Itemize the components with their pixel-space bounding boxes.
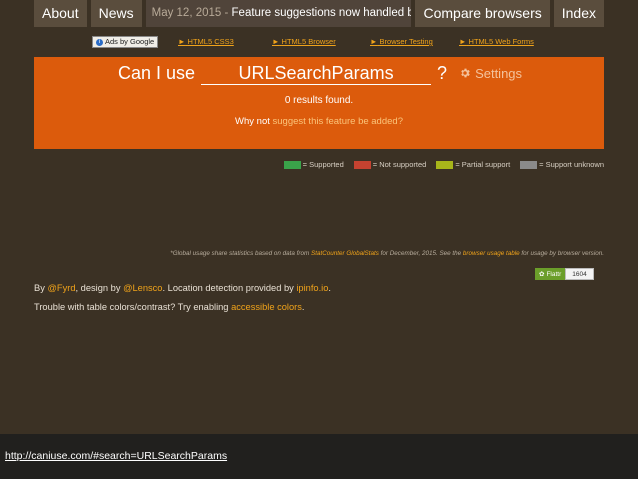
flattr-button[interactable]: ✿ Flattr — [535, 268, 566, 280]
legend-label: = Support unknown — [539, 160, 604, 169]
search-row: Can I use URLSearchParams ? Settings — [118, 63, 522, 85]
accessible-colors-link[interactable]: accessible colors — [231, 302, 302, 312]
lensco-link[interactable]: @Lensco — [123, 283, 162, 293]
credits: By @Fyrd, design by @Lensco. Location de… — [34, 279, 331, 317]
ad-link-label: HTML5 Web Forms — [468, 37, 534, 46]
credits-text: . — [328, 283, 331, 293]
flattr-count: 1604 — [565, 268, 594, 280]
search-prefix: Can I use — [118, 63, 196, 83]
search-suffix: ? — [437, 63, 448, 83]
credits-text: . Location detection provided by — [162, 283, 294, 293]
nav-news[interactable]: News — [90, 0, 142, 27]
footnote-text: *Global usage share statistics based on … — [170, 250, 310, 257]
ad-link-html5-browser[interactable]: ► HTML5 Browser — [272, 37, 336, 46]
legend-swatch — [353, 160, 371, 169]
legend-label: = Not supported — [372, 160, 427, 169]
legend-label: = Partial support — [455, 160, 511, 169]
ad-link-html5-web-forms[interactable]: ► HTML5 Web Forms — [459, 37, 534, 46]
results-count: 0 results found. — [284, 95, 354, 106]
footnote-text: for December, 2015. See the — [380, 250, 462, 257]
fyrd-link[interactable]: @Fyrd — [47, 283, 75, 293]
legend-item-support-unknown: = Support unknown — [520, 160, 604, 169]
ads-badge-label: Ads by Google — [105, 37, 155, 46]
suggest-feature-link[interactable]: suggest this feature be added? — [273, 116, 403, 127]
play-arrow-icon: ► — [370, 37, 378, 46]
suggest-prefix: Why not — [235, 116, 270, 127]
browser-usage-table-link[interactable]: browser usage table — [463, 250, 520, 257]
nav-about[interactable]: About — [34, 0, 87, 27]
accessibility-text: Trouble with table colors/contrast? Try … — [34, 302, 229, 312]
legend-label: = Supported — [302, 160, 344, 169]
url-caption-bar: http://caniuse.com/#search=URLSearchPara… — [0, 434, 638, 479]
credits-text: By — [34, 283, 45, 293]
footnote-text: for usage by browser version. — [521, 250, 604, 257]
suggest-line: Why not suggest this feature be added? — [34, 116, 604, 127]
news-ticker[interactable]: May 12, 2015 - Feature suggestions now h… — [145, 0, 412, 27]
ads-row: i Ads by Google — [92, 36, 159, 48]
accessibility-line: Trouble with table colors/contrast? Try … — [34, 298, 331, 317]
play-arrow-icon: ► — [459, 37, 467, 46]
accessibility-text: . — [301, 302, 305, 312]
legend-swatch — [283, 160, 301, 169]
ad-link-label: HTML5 Browser — [281, 37, 336, 46]
play-arrow-icon: ► — [178, 37, 186, 46]
credits-text: , design by — [75, 283, 121, 293]
ipinfo-link[interactable]: ipinfo.io — [296, 283, 328, 293]
legend-item-supported: = Supported — [283, 160, 344, 169]
ad-link-browser-testing[interactable]: ► Browser Testing — [370, 37, 433, 46]
ad-link-html5-css3[interactable]: ► HTML5 CSS3 — [178, 37, 234, 46]
legend-swatch — [436, 160, 454, 169]
statcounter-link[interactable]: StatCounter GlobalStats — [311, 250, 379, 257]
gear-icon — [461, 68, 470, 78]
legend-item-partial-support: = Partial support — [436, 160, 510, 169]
ad-link-label: Browser Testing — [379, 37, 433, 46]
nav-index[interactable]: Index — [553, 0, 604, 27]
legend-swatch — [520, 160, 538, 169]
flattr-label: Flattr — [546, 270, 562, 278]
search-input[interactable]: URLSearchParams — [201, 63, 432, 85]
settings-label: Settings — [475, 65, 523, 81]
top-nav: About News May 12, 2015 - Feature sugges… — [34, 0, 604, 27]
flattr-icon: ✿ — [539, 271, 545, 278]
credits-line: By @Fyrd, design by @Lensco. Location de… — [34, 279, 331, 298]
support-legend: = Supported = Not supported = Partial su… — [283, 160, 604, 169]
ads-by-google-badge[interactable]: i Ads by Google — [92, 36, 159, 48]
news-date: May 12, 2015 - — [151, 7, 229, 19]
info-icon: i — [96, 38, 103, 46]
flattr-widget[interactable]: ✿ Flattr 1604 — [535, 268, 594, 280]
news-headline[interactable]: Feature suggestions now handled by … — [232, 7, 412, 19]
settings-button[interactable]: Settings — [459, 66, 522, 81]
play-arrow-icon: ► — [272, 37, 280, 46]
url-link[interactable]: http://caniuse.com/#search=URLSearchPara… — [5, 450, 227, 462]
ad-link-label: HTML5 CSS3 — [187, 37, 234, 46]
legend-item-not-supported: = Not supported — [353, 160, 427, 169]
usage-footnote: *Global usage share statistics based on … — [170, 250, 604, 257]
nav-compare-browsers[interactable]: Compare browsers — [415, 0, 550, 27]
search-panel: Can I use URLSearchParams ? Settings 0 r… — [34, 57, 604, 149]
